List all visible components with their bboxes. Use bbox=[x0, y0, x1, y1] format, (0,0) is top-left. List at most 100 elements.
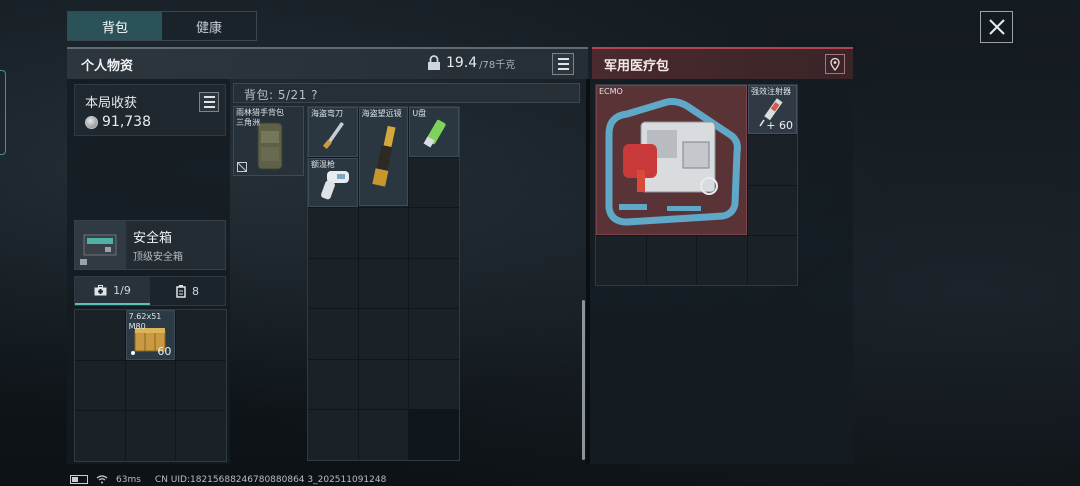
ecmo-machine-icon bbox=[605, 98, 741, 226]
ammo-item-762x51[interactable]: 7.62x51 M80 60 bbox=[125, 310, 176, 360]
grid-slot[interactable] bbox=[409, 309, 459, 359]
backpack-name: 雨林猎手背包 bbox=[236, 108, 284, 117]
ping-readout: 63ms bbox=[116, 474, 141, 485]
ecmo-label: ECMO bbox=[599, 87, 623, 96]
pouch-tabs: 1/9 8 bbox=[74, 276, 226, 306]
safe-box-icon bbox=[80, 234, 117, 265]
uid-readout: CN UID:18215688246780880864 3_2025110912… bbox=[154, 474, 387, 485]
medical-kit-title: 军用医疗包 bbox=[604, 58, 670, 74]
grid-slot[interactable]: 海盗弯刀 bbox=[308, 107, 358, 157]
battery-icon bbox=[70, 475, 88, 484]
equipped-backpack-slot[interactable]: 雨林猎手背包 三角洲 bbox=[233, 106, 304, 176]
list-icon bbox=[557, 58, 569, 60]
item-ecmo[interactable]: ECMO bbox=[596, 85, 747, 235]
match-harvest-card: 本局收获 91,738 bbox=[74, 84, 226, 136]
backpack-grid: 海盗弯刀 海盗望远镜 U盘 额温枪 bbox=[307, 106, 460, 461]
ammo-label-line1: 7.62x51 bbox=[128, 312, 162, 321]
safe-box-title: 安全箱 bbox=[133, 231, 173, 246]
wifi-icon bbox=[96, 475, 108, 484]
medkit-pouch-count: 1/9 bbox=[113, 283, 131, 297]
grid-slot[interactable] bbox=[409, 157, 459, 208]
harvest-list-button[interactable] bbox=[199, 92, 219, 112]
tab-medkit-pouch[interactable]: 1/9 bbox=[75, 277, 150, 305]
grid-slot[interactable] bbox=[125, 411, 176, 461]
location-pin-icon bbox=[830, 57, 840, 71]
item-forehead-thermometer[interactable]: 额温枪 bbox=[308, 157, 358, 208]
grid-slot[interactable] bbox=[646, 235, 696, 285]
grid-slot[interactable] bbox=[176, 411, 226, 461]
close-button[interactable] bbox=[980, 11, 1013, 43]
grid-slot[interactable] bbox=[358, 208, 409, 258]
item-usb-drive[interactable]: U盘 bbox=[409, 107, 459, 157]
personal-supplies-header: 个人物资 19.4 /78千克 bbox=[67, 47, 588, 79]
grid-slot[interactable] bbox=[75, 360, 125, 411]
tab-magazine-pouch[interactable]: 8 bbox=[150, 277, 225, 305]
injector-count: + 60 bbox=[766, 119, 793, 132]
grid-slot[interactable] bbox=[75, 310, 125, 360]
magazine-icon bbox=[176, 284, 186, 298]
item-pirate-cutlass[interactable]: 海盗弯刀 bbox=[308, 107, 358, 157]
grid-slot[interactable] bbox=[176, 310, 226, 360]
ammo-label-line2: M80 bbox=[128, 322, 146, 331]
no-insure-icon bbox=[237, 162, 247, 172]
grid-slot[interactable] bbox=[358, 359, 409, 410]
harvest-amount: 91,738 bbox=[102, 114, 151, 130]
backpack-scrollbar[interactable] bbox=[582, 300, 585, 460]
grid-slot[interactable] bbox=[409, 258, 459, 309]
grid-slot[interactable] bbox=[747, 235, 797, 285]
grid-slot[interactable] bbox=[409, 359, 459, 410]
injector-label: 强效注射器 bbox=[751, 87, 791, 96]
grid-slot[interactable] bbox=[308, 359, 358, 410]
medkit-icon bbox=[94, 284, 107, 295]
panel-title: 个人物资 bbox=[81, 58, 134, 74]
grid-slot[interactable] bbox=[308, 208, 358, 258]
harvest-title: 本局收获 bbox=[85, 96, 138, 111]
grid-slot[interactable]: 海盗望远镜 bbox=[358, 107, 409, 207]
sort-list-button[interactable] bbox=[552, 53, 574, 75]
grid-slot[interactable] bbox=[308, 258, 358, 309]
lock-icon bbox=[428, 55, 440, 70]
safe-box-grid: 7.62x51 M80 60 bbox=[74, 309, 227, 462]
grid-slot[interactable] bbox=[176, 360, 226, 411]
grid-slot[interactable] bbox=[596, 235, 646, 285]
grid-slot[interactable] bbox=[358, 258, 409, 309]
grid-slot[interactable] bbox=[75, 411, 125, 461]
item-pirate-spyglass[interactable]: 海盗望远镜 bbox=[358, 107, 409, 207]
grid-slot[interactable] bbox=[358, 309, 409, 359]
grid-slot[interactable] bbox=[358, 410, 409, 460]
backpack-tag: 三角洲 bbox=[236, 118, 260, 127]
top-tab-bar: 背包 健康 bbox=[67, 11, 257, 41]
ammo-label: 7.62x51 M80 bbox=[129, 312, 162, 332]
backpack-label: 雨林猎手背包 三角洲 bbox=[236, 108, 284, 128]
item-potent-injector[interactable]: 强效注射器 + 60 bbox=[748, 85, 797, 134]
grid-slot[interactable]: U盘 bbox=[409, 107, 459, 157]
ammo-dot-icon bbox=[130, 350, 135, 355]
ammo-count: 60 bbox=[157, 344, 172, 358]
weight-readout: 19.4 /78千克 bbox=[427, 55, 515, 71]
side-edge-marker bbox=[0, 70, 6, 155]
grid-slot[interactable] bbox=[747, 135, 797, 185]
harvest-amount-row: 91,738 bbox=[85, 114, 215, 130]
grid-slot[interactable] bbox=[308, 410, 358, 460]
item-label: 额温枪 bbox=[311, 159, 335, 169]
medical-kit-header: 军用医疗包 bbox=[592, 47, 853, 79]
grid-slot[interactable] bbox=[747, 185, 797, 235]
grid-slot[interactable]: 7.62x51 M80 60 bbox=[125, 310, 176, 360]
item-label: U盘 bbox=[412, 109, 427, 118]
grid-slot[interactable] bbox=[125, 360, 176, 411]
safe-box-image bbox=[75, 221, 126, 269]
backpack-capacity-header: 背包: 5/21 ? bbox=[233, 83, 580, 103]
grid-slot[interactable] bbox=[697, 235, 747, 285]
item-label: 海盗弯刀 bbox=[311, 109, 343, 118]
tab-backpack[interactable]: 背包 bbox=[68, 12, 162, 40]
coin-icon bbox=[85, 115, 98, 129]
grid-slot[interactable] bbox=[308, 309, 358, 359]
safe-box-subtitle: 顶级安全箱 bbox=[133, 252, 183, 263]
safe-box-slot[interactable]: 安全箱 顶级安全箱 bbox=[74, 220, 226, 270]
tab-health[interactable]: 健康 bbox=[162, 12, 256, 40]
spyglass-icon bbox=[371, 125, 396, 187]
locate-button[interactable] bbox=[825, 54, 845, 74]
grid-slot[interactable] bbox=[409, 208, 459, 258]
magazine-pouch-count: 8 bbox=[192, 284, 199, 298]
grid-slot[interactable]: 额温枪 bbox=[308, 157, 358, 208]
